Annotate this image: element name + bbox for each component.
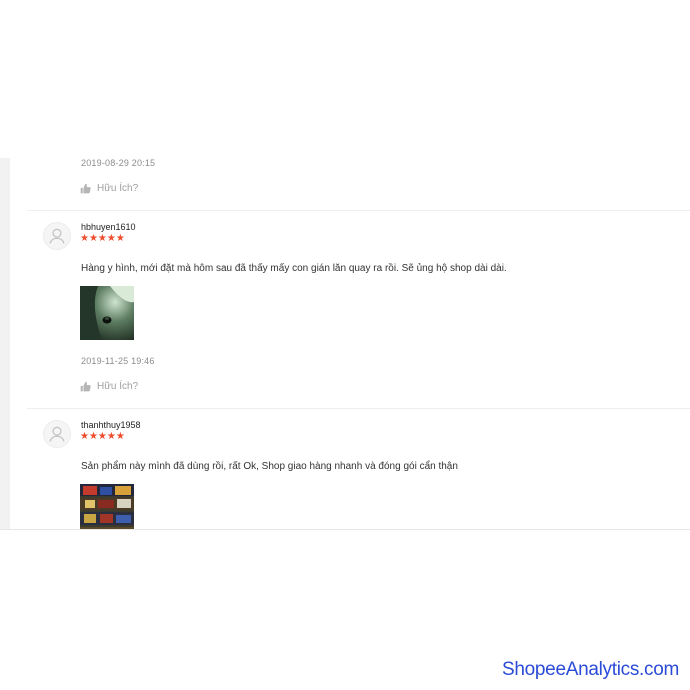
review-username[interactable]: thanhthuy1958 <box>81 420 141 430</box>
review-date: 2019-11-25 19:46 <box>81 356 155 366</box>
left-strip <box>0 158 10 530</box>
helpful-label: Hữu Ích? <box>97 381 139 392</box>
review-date: 2019-08-29 20:15 <box>81 158 156 168</box>
review-photo-thumbnail[interactable] <box>80 484 134 530</box>
avatar[interactable] <box>43 420 71 448</box>
review-divider <box>27 408 690 409</box>
helpful-button[interactable]: Hữu Ích? <box>80 381 138 392</box>
review-divider <box>27 210 690 211</box>
helpful-button[interactable]: Hữu Ích? <box>80 183 138 194</box>
rating-stars: ★★★★★ <box>80 233 125 244</box>
watermark-text: ShopeeAnalytics.com <box>502 659 680 680</box>
review-comment: Sản phẩm này mình đã dùng rồi, rất Ok, S… <box>81 461 458 472</box>
user-icon <box>49 426 65 442</box>
reviews-panel: 2019-08-29 20:15 Hữu Ích? hbhuyen1610 ★★… <box>0 158 690 530</box>
panel-bottom-border <box>0 529 690 530</box>
review-username[interactable]: hbhuyen1610 <box>81 222 136 232</box>
avatar[interactable] <box>43 222 71 250</box>
review-comment: Hàng y hình, mới đặt mà hôm sau đã thấy … <box>81 263 507 274</box>
review-photo-thumbnail[interactable] <box>80 286 134 340</box>
helpful-label: Hữu Ích? <box>97 183 139 194</box>
thumbs-up-icon <box>80 183 91 194</box>
thumbs-up-icon <box>80 381 91 392</box>
user-icon <box>49 228 65 244</box>
rating-stars: ★★★★★ <box>80 431 125 442</box>
